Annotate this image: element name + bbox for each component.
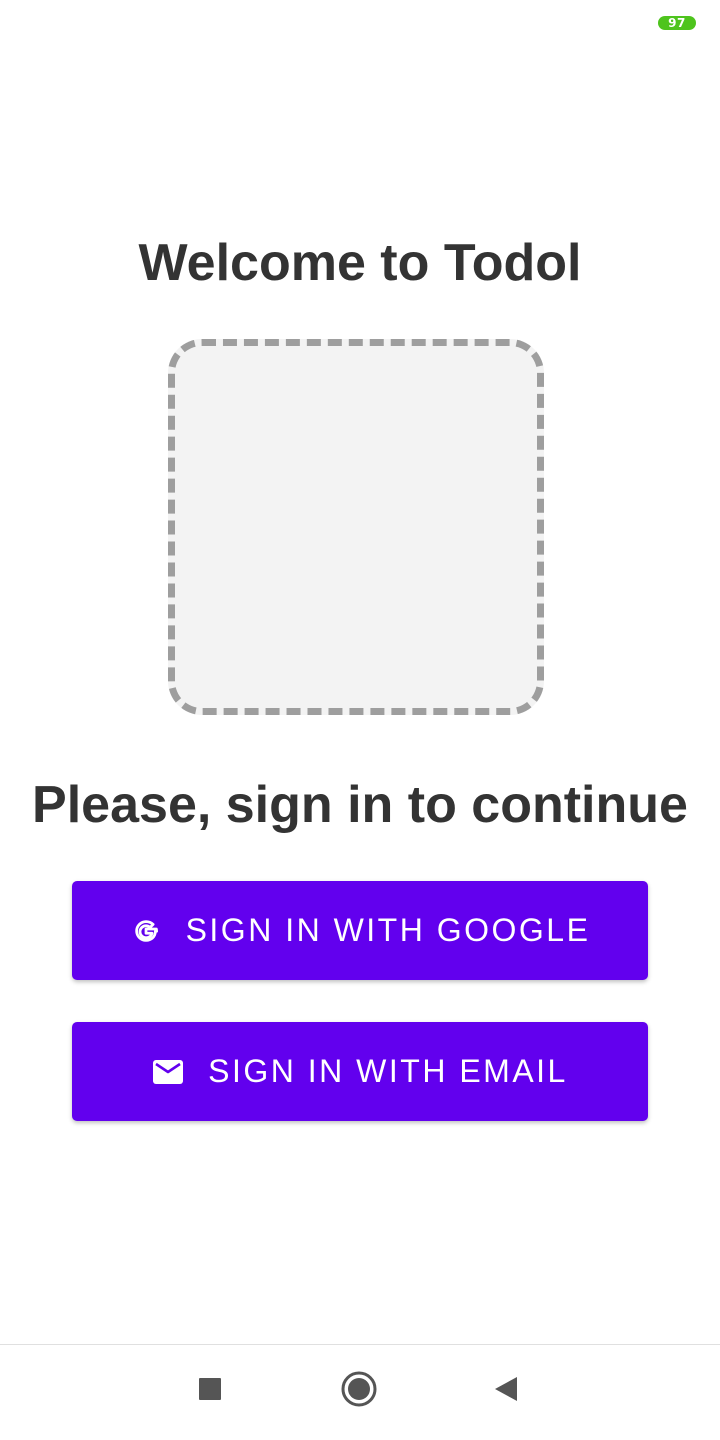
google-icon [130, 915, 162, 947]
sign-in-email-label: SIGN IN WITH EMAIL [208, 1053, 568, 1089]
battery-indicator: 97 [658, 16, 696, 30]
sign-in-google-button[interactable]: SIGN IN WITH GOOGLE [72, 881, 648, 980]
sign-in-google-label: SIGN IN WITH GOOGLE [185, 912, 591, 948]
status-bar: 97 [0, 0, 720, 48]
sign-in-email-button[interactable]: SIGN IN WITH EMAIL [72, 1022, 648, 1121]
welcome-title: Welcome to Todol [138, 234, 582, 292]
logo-placeholder [168, 339, 544, 715]
sign-in-screen: 97 Welcome to Todol Please, sign in to c… [0, 0, 720, 1440]
navigation-bar [0, 1344, 720, 1440]
home-button[interactable] [335, 1367, 383, 1415]
mail-icon [152, 1056, 184, 1088]
square-icon [198, 1377, 222, 1406]
triangle-back-icon [493, 1375, 519, 1408]
sign-in-prompt: Please, sign in to continue [32, 776, 688, 834]
back-button[interactable] [482, 1367, 530, 1415]
circle-icon [340, 1370, 378, 1413]
recents-button[interactable] [186, 1367, 234, 1415]
